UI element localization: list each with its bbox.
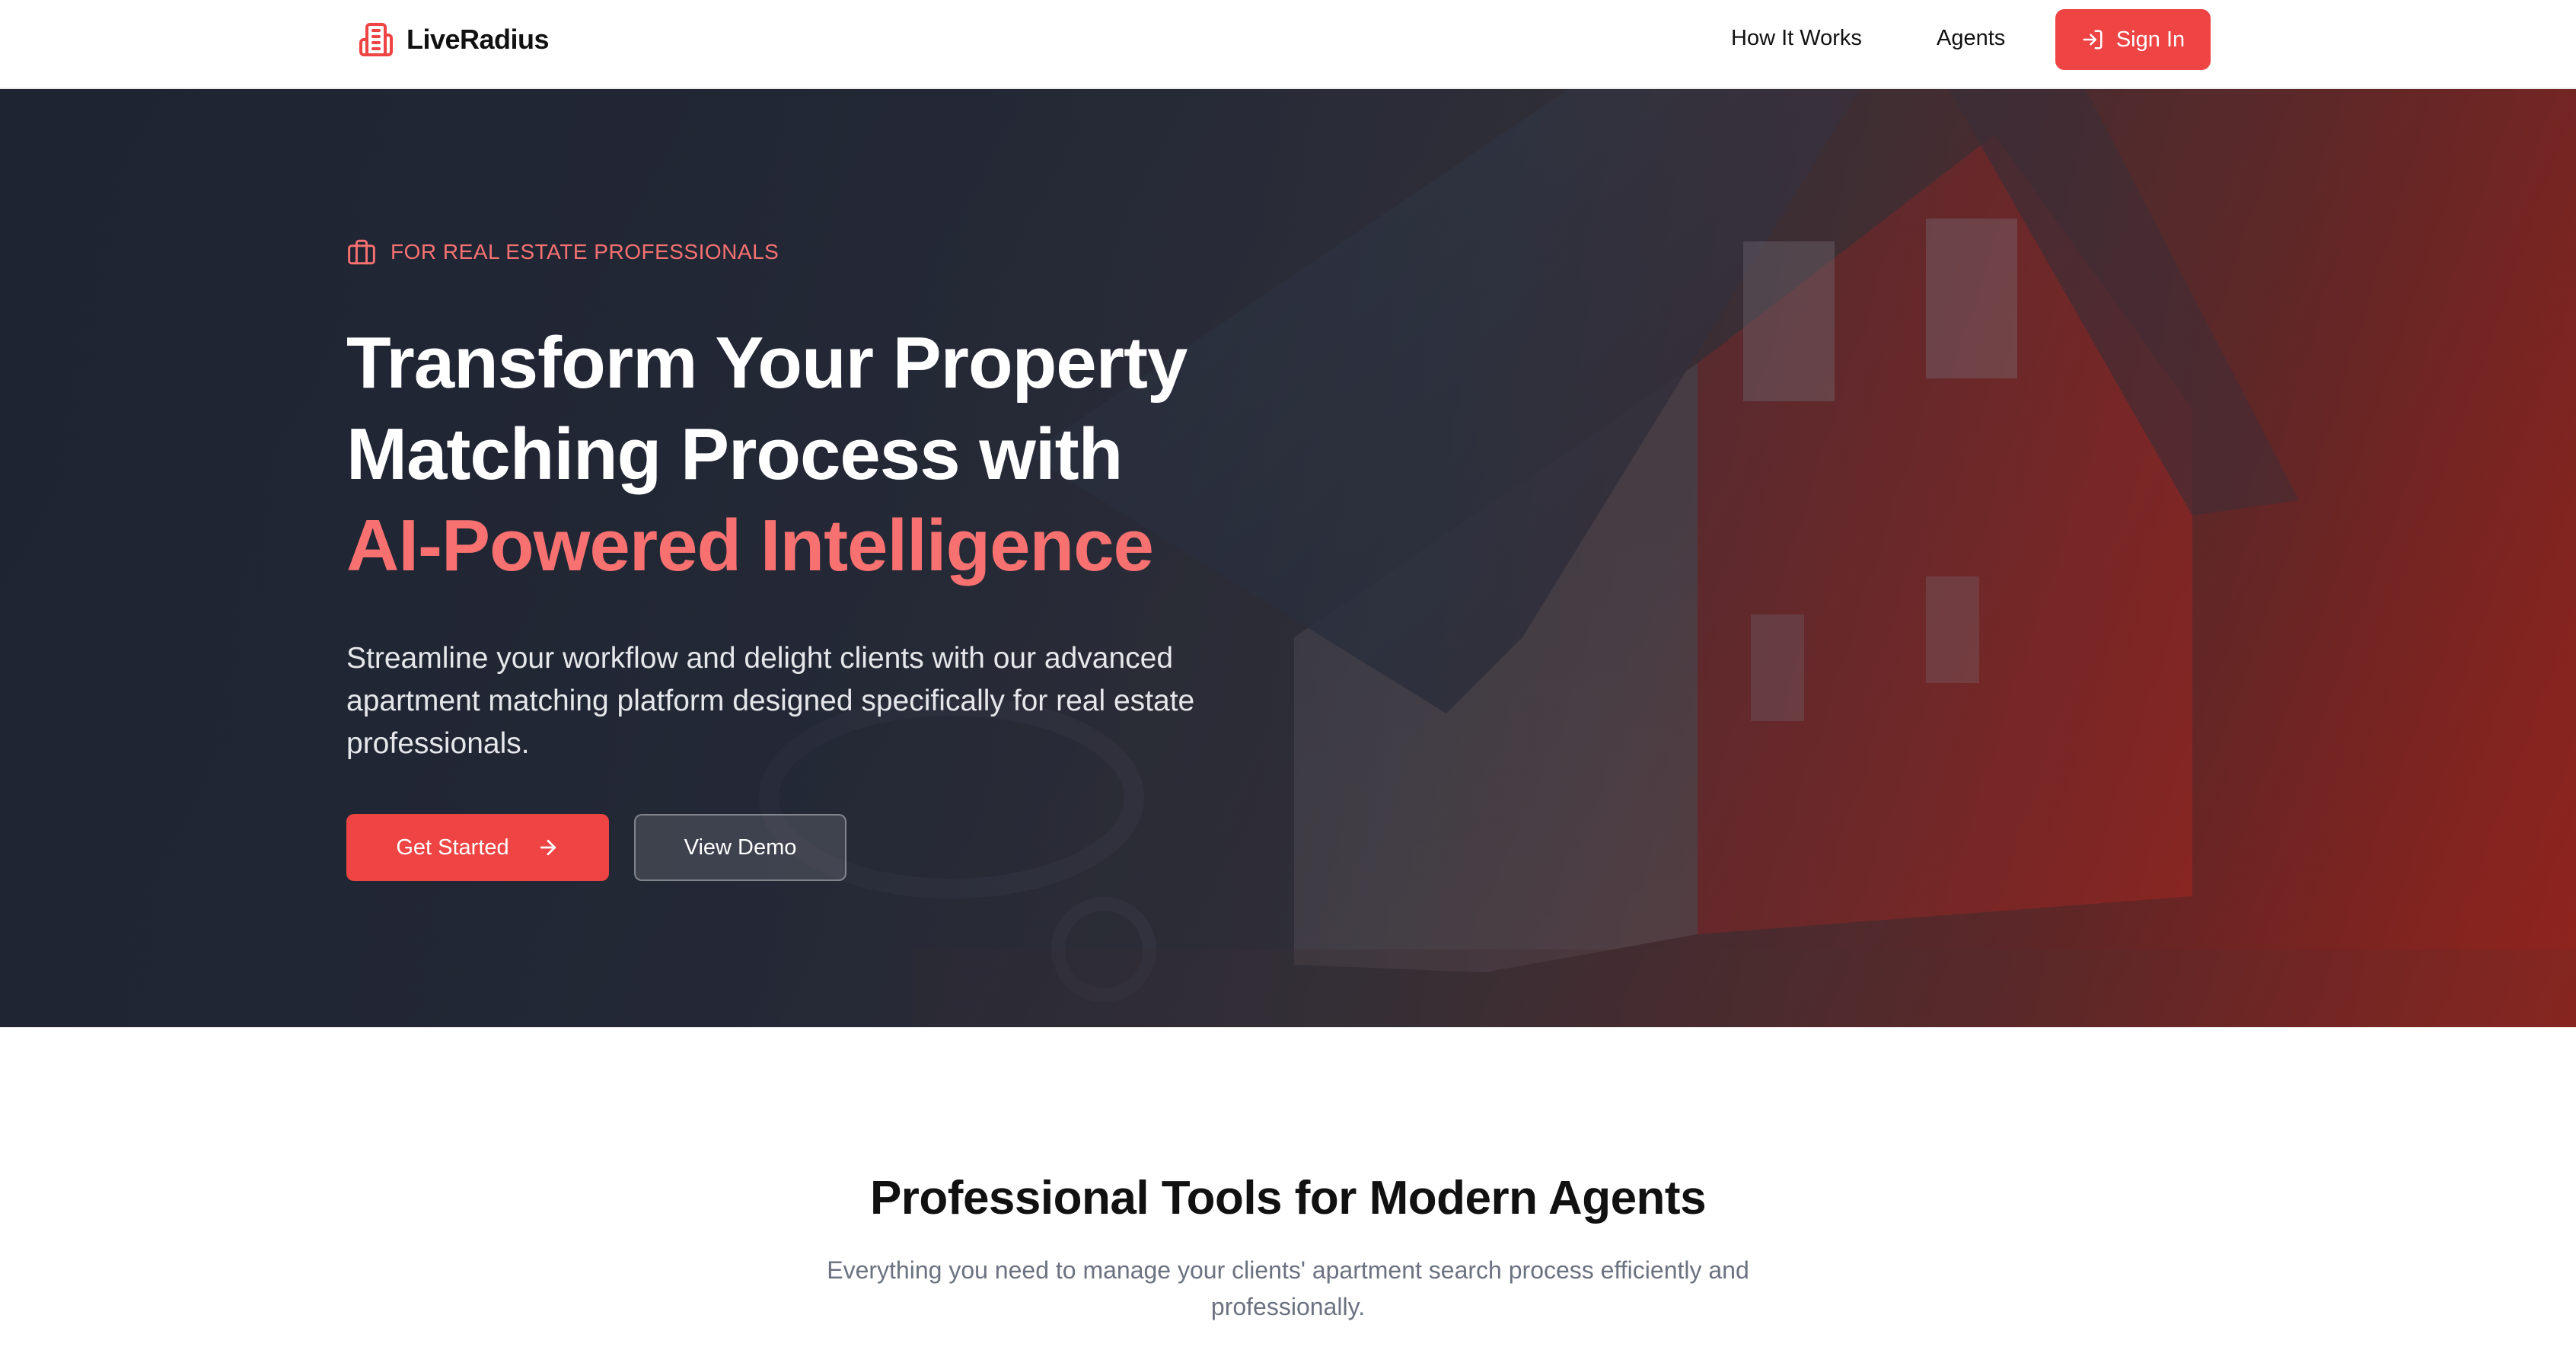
hero-headline-line-2: Matching Process with	[346, 413, 1123, 495]
brand-logo[interactable]: LiveRadius	[358, 20, 550, 59]
building-icon	[358, 21, 394, 58]
view-demo-button[interactable]: View Demo	[634, 814, 846, 881]
nav-link-how-it-works[interactable]: How It Works	[1731, 26, 1862, 51]
sign-in-label: Sign In	[2115, 27, 2185, 52]
nav-link-agents[interactable]: Agents	[1937, 26, 2005, 51]
features-subtitle: Everything you need to manage your clien…	[827, 1256, 1749, 1320]
hero-headline-highlight: AI-Powered Intelligence	[346, 505, 1154, 586]
view-demo-label: View Demo	[684, 835, 797, 860]
hero-subtext: Streamline your workflow and delight cli…	[346, 642, 1195, 760]
briefcase-icon	[346, 238, 377, 266]
features-title: Professional Tools for Modern Agents	[869, 1172, 1707, 1224]
hero-headline-line-1: Transform Your Property	[346, 322, 1188, 404]
log-in-icon	[2081, 28, 2104, 51]
hero-eyebrow-label: FOR REAL ESTATE PROFESSIONALS	[391, 240, 779, 263]
sign-in-button[interactable]: Sign In	[2055, 9, 2211, 70]
get-started-label: Get Started	[396, 835, 509, 860]
get-started-button[interactable]: Get Started	[346, 814, 609, 881]
hero-headline: Transform Your Property Matching Process…	[346, 318, 1412, 592]
hero-eyebrow: FOR REAL ESTATE PROFESSIONALS	[346, 238, 779, 266]
brand-name: LiveRadius	[406, 24, 550, 55]
arrow-right-icon	[537, 836, 560, 859]
hero-section: FOR REAL ESTATE PROFESSIONALS Transform …	[0, 89, 2576, 1027]
top-navbar: LiveRadius How It Works Agents Sign In	[0, 0, 2576, 89]
